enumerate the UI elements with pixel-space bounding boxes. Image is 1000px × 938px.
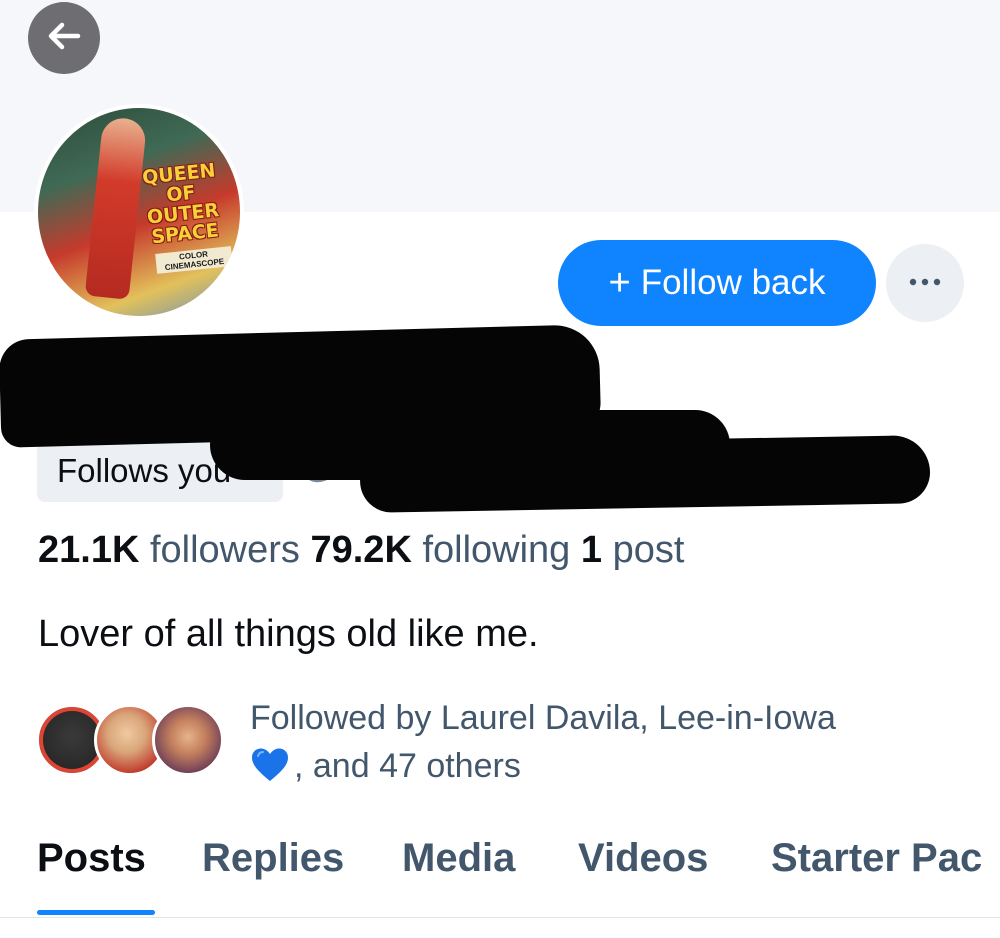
followed-by-text[interactable]: Followed by Laurel Davila, Lee-in-Iowa ,… [250, 694, 970, 796]
following-count: 79.2K [310, 529, 412, 571]
followers-label: followers [149, 529, 300, 571]
more-dots-icon [907, 274, 943, 292]
tabs-divider [0, 917, 1000, 918]
followers-count: 21.1K [38, 529, 140, 571]
poster-title: QUEEN OF OUTER SPACE [141, 159, 221, 249]
poster-subtitle: COLOR CINEMASCOPE [155, 246, 233, 274]
follow-back-button[interactable]: + Follow back [558, 240, 876, 326]
profile-avatar[interactable]: QUEEN OF OUTER SPACE COLOR CINEMASCOPE [34, 104, 244, 320]
avatar-image: QUEEN OF OUTER SPACE COLOR CINEMASCOPE [38, 108, 240, 316]
more-options-button[interactable] [886, 244, 964, 322]
redaction-scribble [359, 435, 931, 513]
followers-link[interactable]: 21.1K followers [38, 529, 310, 571]
tab-starter-packs[interactable]: Starter Pac [771, 830, 982, 886]
posts-label: post [612, 529, 685, 571]
profile-stats: 21.1K followers 79.2K following 1 post [38, 528, 684, 572]
tab-media[interactable]: Media [402, 830, 515, 886]
following-label: following [422, 529, 571, 571]
tab-posts[interactable]: Posts [37, 830, 146, 886]
tab-videos[interactable]: Videos [578, 830, 708, 886]
avatar [152, 704, 224, 776]
back-button[interactable] [28, 2, 100, 74]
mutual-followers-avatars[interactable] [36, 704, 226, 780]
back-arrow-icon [42, 14, 86, 63]
profile-tabs: Posts Replies Media Videos Starter Pac [0, 830, 1000, 918]
profile-bio: Lover of all things old like me. [38, 613, 539, 655]
tab-replies[interactable]: Replies [202, 830, 344, 886]
followed-by-line1: Followed by Laurel Davila, Lee-in-Iowa [250, 699, 836, 737]
posts-count: 1 [580, 529, 603, 571]
followed-by-line2: , and 47 others [294, 747, 521, 785]
follow-back-label: Follow back [640, 263, 826, 302]
plus-icon: + [608, 262, 631, 304]
posts-stat: 1 post [581, 529, 685, 571]
blue-heart-icon [250, 747, 290, 796]
active-tab-indicator [37, 910, 155, 915]
following-link[interactable]: 79.2K following [310, 529, 580, 571]
